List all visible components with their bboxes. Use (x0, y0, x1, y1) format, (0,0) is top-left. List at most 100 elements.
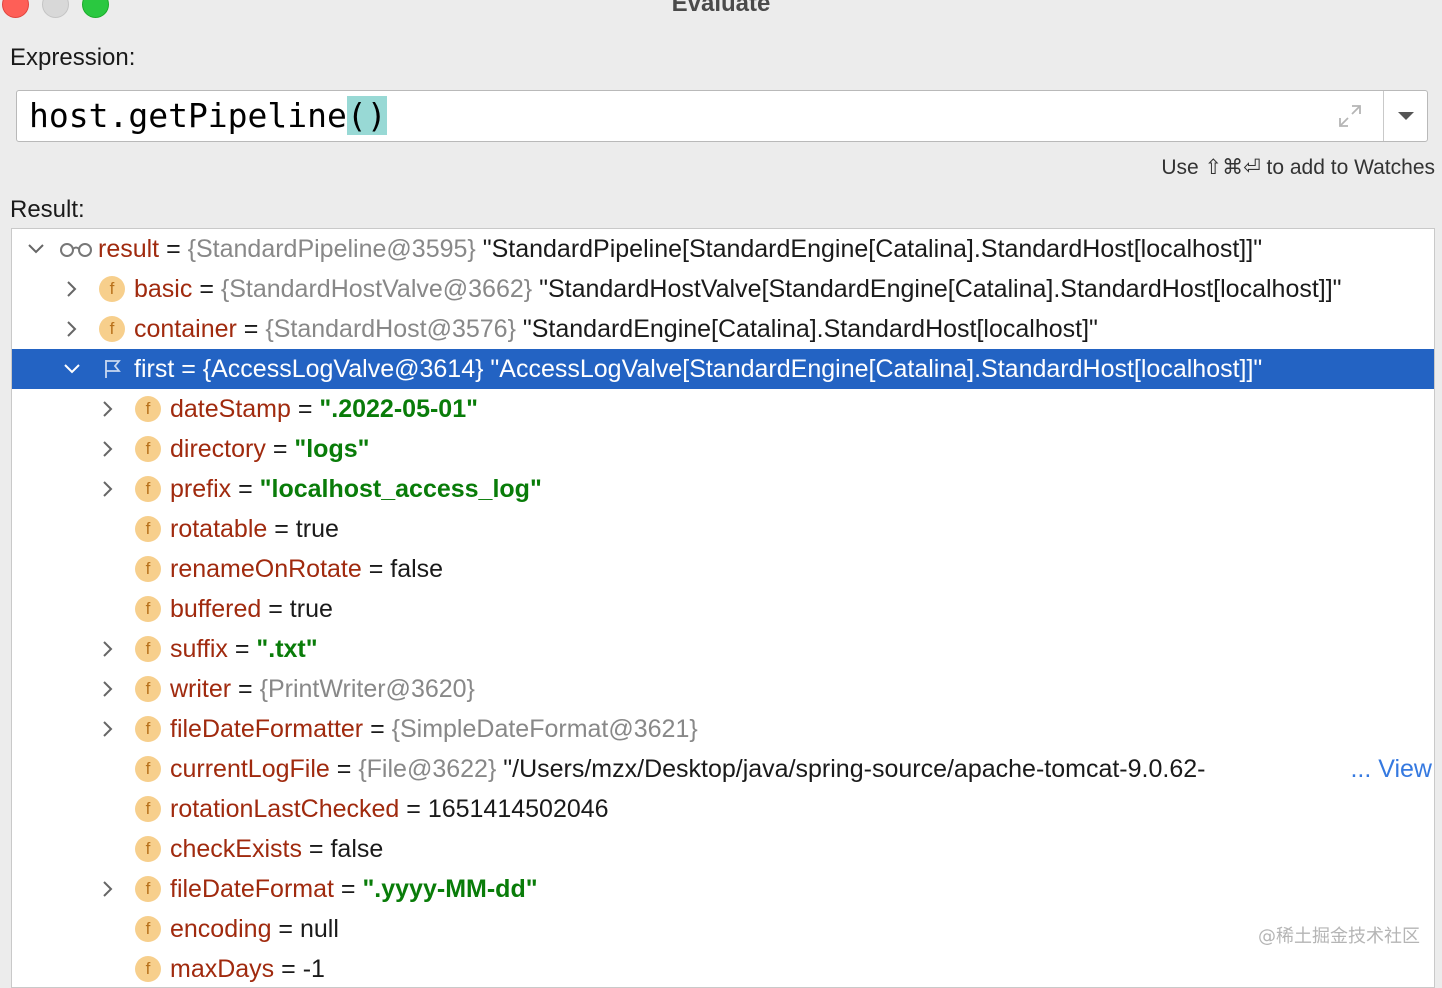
chevron-down-icon[interactable] (62, 359, 82, 379)
expression-code[interactable]: host.getPipeline() (29, 95, 387, 137)
tree-row-result[interactable]: result = {StandardPipeline@3595} "Standa… (12, 229, 1434, 269)
var-name: result (98, 235, 160, 263)
var-name: checkExists (170, 835, 302, 863)
watches-hint: Use ⇧⌘⏎ to add to Watches (1161, 156, 1435, 179)
glasses-icon (60, 243, 92, 257)
tree-row-currentLogFile[interactable]: f currentLogFile = {File@3622} "/Users/mz… (12, 749, 1434, 789)
tree-row-writer[interactable]: f writer = {PrintWriter@3620} (12, 669, 1434, 709)
tree-row-checkExists[interactable]: f checkExists = false (12, 829, 1434, 869)
var-value: "StandardEngine[Catalina].StandardHost[l… (515, 315, 1098, 343)
var-value: "StandardHostValve[StandardEngine[Catali… (532, 275, 1342, 303)
result-tree[interactable]: result = {StandardPipeline@3595} "Standa… (11, 228, 1435, 988)
var-value: false (330, 835, 384, 863)
chevron-right-icon[interactable] (98, 719, 118, 739)
chevron-right-icon[interactable] (62, 279, 82, 299)
equals: = (274, 955, 303, 983)
chevron-right-icon[interactable] (98, 679, 118, 699)
field-icon: f (135, 436, 161, 462)
tree-row-text: suffix = ".txt" (170, 629, 318, 669)
var-value: "StandardPipeline[StandardEngine[Catalin… (475, 235, 1263, 263)
expression-label: Expression: (10, 44, 136, 71)
expand-icon[interactable] (1337, 103, 1363, 129)
equals: = (271, 915, 300, 943)
var-name: fileDateFormatter (170, 715, 364, 743)
tree-row-suffix[interactable]: f suffix = ".txt" (12, 629, 1434, 669)
var-type: {StandardHost@3576} (265, 315, 516, 343)
var-value: null (299, 915, 339, 943)
tree-row-text: buffered = true (170, 589, 333, 629)
string-value: "localhost_access_log" (259, 475, 542, 503)
tree-row-first[interactable]: first = {AccessLogValve@3614} "AccessLog… (12, 349, 1434, 389)
field-icon: f (135, 876, 161, 902)
tree-row-text: checkExists = false (170, 829, 383, 869)
field-icon: f (135, 836, 161, 862)
tree-row-rotatable[interactable]: f rotatable = true (12, 509, 1434, 549)
var-name: buffered (170, 595, 262, 623)
tree-row-renameOnRotate[interactable]: f renameOnRotate = false (12, 549, 1434, 589)
var-value: -1 (302, 955, 325, 983)
var-name: first (134, 355, 175, 383)
chevron-right-icon[interactable] (98, 639, 118, 659)
tree-row-text: fileDateFormatter = {SimpleDateFormat@36… (170, 709, 698, 749)
tree-row-text: writer = {PrintWriter@3620} (170, 669, 475, 709)
field-icon: f (135, 516, 161, 542)
tree-row-buffered[interactable]: f buffered = true (12, 589, 1434, 629)
equals: = (231, 675, 260, 703)
tree-row-rotationLastChecked[interactable]: f rotationLastChecked = 1651414502046 (12, 789, 1434, 829)
var-type: {StandardHostValve@3662} (220, 275, 533, 303)
tree-row-text: fileDateFormat = ".yyyy-MM-dd" (170, 869, 538, 909)
tree-row-basic[interactable]: f basic = {StandardHostValve@3662} "Stan… (12, 269, 1434, 309)
equals: = (361, 555, 391, 583)
view-link[interactable]: ... View (1350, 749, 1432, 789)
field-icon: f (135, 396, 161, 422)
tree-row-text: basic = {StandardHostValve@3662} "Standa… (134, 269, 1342, 309)
field-icon: f (135, 796, 161, 822)
field-icon: f (135, 556, 161, 582)
field-icon: f (99, 316, 125, 342)
tree-row-prefix[interactable]: f prefix = "localhost_access_log" (12, 469, 1434, 509)
chevron-right-icon[interactable] (98, 399, 118, 419)
history-dropdown-button[interactable] (1384, 91, 1428, 141)
tree-row-text: dateStamp = ".2022-05-01" (170, 389, 478, 429)
watermark: @稀土掘金技术社区 (1258, 926, 1420, 947)
equals: = (363, 715, 392, 743)
var-value: "/Users/mzx/Desktop/java/spring-source/a… (496, 755, 1206, 783)
equals: = (227, 635, 257, 663)
var-name: currentLogFile (170, 755, 330, 783)
equals: = (192, 275, 221, 303)
tree-row-text: container = {StandardHost@3576} "Standar… (134, 309, 1098, 349)
tree-row-fileDateFormatter[interactable]: f fileDateFormatter = {SimpleDateFormat@3… (12, 709, 1434, 749)
tree-row-maxDays[interactable]: f maxDays = -1 (12, 949, 1434, 987)
tree-row-fileDateFormat[interactable]: f fileDateFormat = ".yyyy-MM-dd" (12, 869, 1434, 909)
var-name: fileDateFormat (170, 875, 334, 903)
title-bar: Evaluate (0, 0, 1442, 28)
equals: = (174, 355, 203, 383)
tree-row-container[interactable]: f container = {StandardHost@3576} "Stand… (12, 309, 1434, 349)
chevron-down-icon[interactable] (26, 239, 46, 259)
var-name: rotationLastChecked (170, 795, 400, 823)
tree-row-encoding[interactable]: f encoding = null (12, 909, 1434, 949)
var-type: {SimpleDateFormat@3621} (391, 715, 698, 743)
equals: = (159, 235, 188, 263)
chevron-right-icon[interactable] (62, 319, 82, 339)
tree-row-text: prefix = "localhost_access_log" (170, 469, 542, 509)
var-value: true (289, 595, 333, 623)
chevron-right-icon[interactable] (98, 479, 118, 499)
window-title: Evaluate (671, 0, 771, 17)
tree-row-text: maxDays = -1 (170, 949, 325, 987)
tree-row-text: first = {AccessLogValve@3614} "AccessLog… (134, 349, 1262, 389)
tree-row-dateStamp[interactable]: f dateStamp = ".2022-05-01" (12, 389, 1434, 429)
tree-row-directory[interactable]: f directory = "logs" (12, 429, 1434, 469)
expression-input[interactable]: host.getPipeline() (16, 90, 1428, 142)
var-value: "AccessLogValve[StandardEngine[Catalina]… (483, 355, 1263, 383)
equals: = (261, 595, 290, 623)
var-name: maxDays (170, 955, 275, 983)
chevron-right-icon[interactable] (98, 879, 118, 899)
equals: = (265, 435, 295, 463)
var-type: {File@3622} (358, 755, 497, 783)
equals: = (267, 515, 296, 543)
equals: = (290, 395, 320, 423)
chevron-right-icon[interactable] (98, 439, 118, 459)
var-name: renameOnRotate (170, 555, 362, 583)
field-icon: f (135, 596, 161, 622)
